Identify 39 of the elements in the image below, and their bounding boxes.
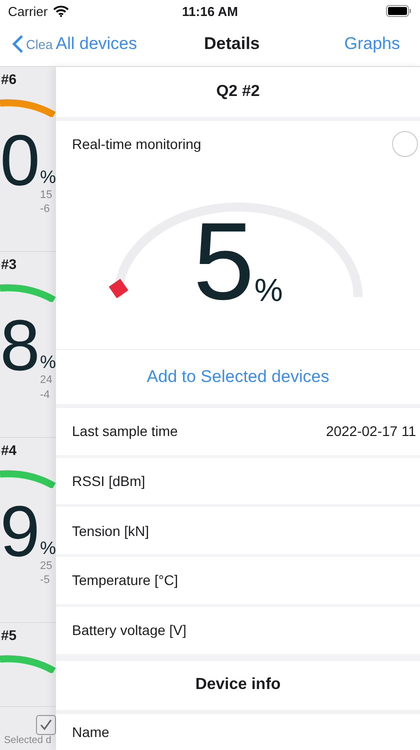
device-value: 9 [0,496,40,568]
device-name: #6 [0,71,18,87]
unit-label: % [40,167,56,188]
selected-label: Selected d [4,735,52,746]
row-label: Battery voltage [V] [72,622,186,638]
monitoring-label: Real-time monitoring [72,136,202,152]
reading-label: -5 [40,573,51,588]
carrier-label: Carrier [8,4,48,18]
device-name: #4 [0,442,18,458]
monitoring-toggle[interactable] [392,130,418,157]
unit-label: % [40,538,56,559]
back-label: Clea [26,36,53,52]
row-label: RSSI [dBm] [72,473,146,490]
row-label: Tension [kN] [72,522,150,539]
unit-label: % [254,272,283,310]
device-name: #5 [0,627,18,644]
row-value: 2022-02-17 11 [326,423,417,440]
chevron-left-icon [12,34,24,54]
device-name: #3 [0,256,18,272]
wifi-icon [52,5,69,17]
unit-label: % [40,352,56,374]
back-button[interactable] [12,34,24,54]
monitoring-value: 5 [193,206,254,317]
row-label: Temperature [°C] [72,572,178,588]
nav-title: Details [204,34,260,54]
device-value: 8 [0,310,40,382]
row-label: Name [72,724,110,740]
checkmark-icon [40,719,52,731]
reading-label: 25 [40,558,54,574]
reading-label: 24 [40,373,54,388]
status-time: 11:16 AM [181,4,239,18]
device-value: 0 [0,125,40,197]
battery-icon [386,5,412,17]
row-label: Last sample time [72,423,178,440]
device-header: Q2 #2 [56,67,420,121]
reading-label: 15 [40,188,54,202]
reading-label: -4 [40,388,51,402]
reading-label: -6 [40,202,51,217]
section-header: Device info [56,660,420,714]
